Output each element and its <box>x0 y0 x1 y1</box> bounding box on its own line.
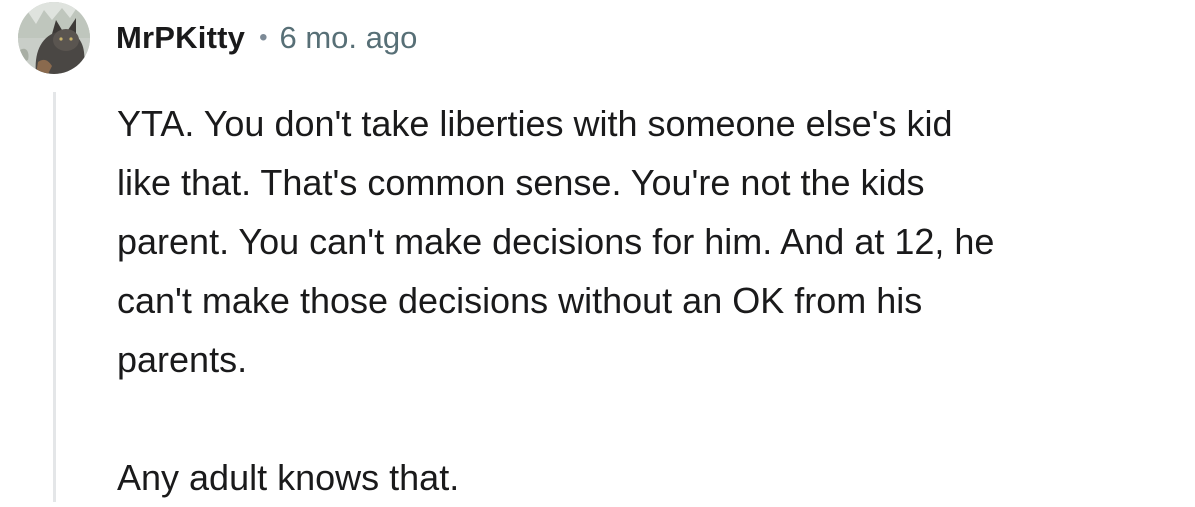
author-username[interactable]: MrPKitty <box>116 20 245 56</box>
comment-paragraph: YTA. You don't take liberties with someo… <box>117 103 995 380</box>
comment-timestamp[interactable]: 6 mo. ago <box>279 20 417 56</box>
comment-paragraph: Any adult knows that. <box>117 457 460 498</box>
cat-photo-icon <box>18 2 90 74</box>
thread-collapse-line[interactable] <box>53 92 56 502</box>
comment: MrPKitty • 6 mo. ago YTA. You don't take… <box>0 0 1195 502</box>
comment-body: YTA. You don't take liberties with someo… <box>117 94 1192 507</box>
meta-separator: • <box>259 24 268 51</box>
comment-header: MrPKitty • 6 mo. ago <box>18 2 417 74</box>
avatar[interactable] <box>18 2 90 74</box>
